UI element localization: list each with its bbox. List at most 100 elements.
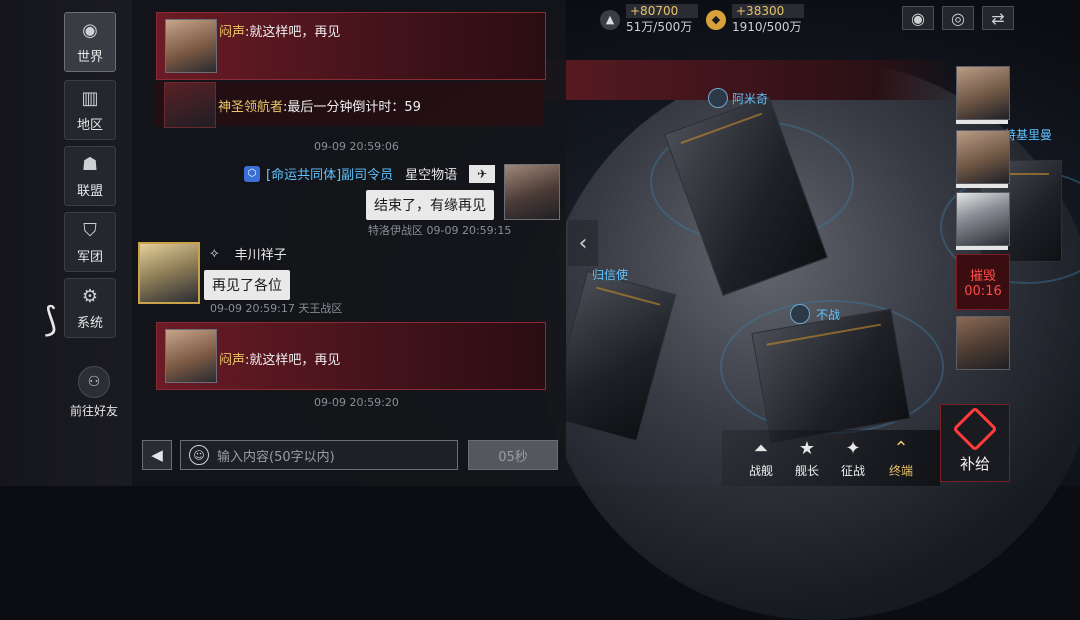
commander-slot[interactable] (956, 130, 1010, 188)
countdown-message[interactable]: 神圣领航者:最后一分钟倒计时：59 (156, 82, 544, 128)
sender-avatar (165, 19, 217, 73)
people-icon: ☗ (81, 153, 99, 175)
button-label: 舰长 (794, 464, 819, 478)
timestamp: 09-09 20:59:06 (314, 140, 399, 153)
sender-avatar (165, 329, 217, 383)
marker-icon (708, 88, 728, 108)
buildings-icon: ▥ (81, 87, 99, 109)
commander-slot[interactable] (956, 192, 1010, 250)
guild-badge-icon: ⬡ (244, 165, 260, 182)
sender-name: 闷声 (219, 353, 246, 368)
emoji-icon[interactable]: ☺ (189, 445, 209, 465)
commander-bar (956, 184, 1008, 188)
timestamp: 09-09 20:59:20 (314, 396, 399, 409)
commander-portrait (956, 66, 1010, 120)
energy-icon: ◆ (706, 9, 726, 30)
wings-icon: ✦ (845, 438, 861, 459)
marker-icon (790, 304, 810, 324)
resource-gain: +38300 (732, 4, 805, 18)
captain-button[interactable]: ★ 舰长 (786, 438, 828, 484)
timer-value: 00:16 (964, 284, 1002, 299)
go-to-friends-button[interactable]: ⚇ 前往好友 (64, 366, 124, 419)
commander-bar (956, 120, 1008, 124)
commander-portrait (956, 192, 1010, 246)
commander-portrait (956, 130, 1010, 184)
map-label-text: 阿米奇 (732, 91, 769, 106)
commander-bar (956, 246, 1008, 250)
message-line: 神圣领航者:最后一分钟倒计时：59 (218, 96, 421, 115)
nav-label: 联盟 (76, 183, 103, 199)
rank-icon: ★ (798, 438, 816, 459)
commander-slot[interactable] (956, 66, 1010, 124)
ship-icon: ⏶ (753, 438, 769, 459)
resource-2[interactable]: ◆ +38300 1910/500万 (706, 4, 805, 35)
message-text: :就这样吧，再见 (245, 353, 341, 368)
message-text: :就这样吧，再见 (245, 25, 341, 40)
button-label: 终端 (888, 464, 913, 478)
commander-portrait (956, 316, 1010, 370)
send-button[interactable]: 05秒 (468, 440, 558, 470)
friends-icon: ⚇ (78, 366, 110, 398)
guild-title: [命运共同体]副司令员 (266, 168, 394, 183)
sender-avatar[interactable] (138, 242, 200, 304)
nav-legion[interactable]: ⛉ 军团 (64, 212, 116, 272)
resource-total: 1910/500万 (732, 20, 802, 34)
resource-1[interactable]: ▲ +80700 51万/500万 (600, 4, 699, 35)
input-placeholder: 输入内容(50字以内) (217, 449, 335, 465)
voice-button[interactable]: ◀︎ (142, 440, 172, 470)
nav-region[interactable]: ▥ 地区 (64, 80, 116, 140)
timer-title: 摧毁 (969, 269, 996, 284)
map-label-buzhan[interactable]: 不战 (790, 304, 840, 324)
shield-icon: ⛉ (83, 219, 97, 241)
collapse-chat-button[interactable]: ‹ (568, 220, 598, 266)
rank-badge-icon: ✈ (469, 164, 496, 183)
sender-name: 星空物语 (405, 168, 458, 183)
supply-label: 补给 (959, 454, 990, 473)
button-label: 征战 (840, 464, 865, 478)
sender-name: 丰川祥子 (234, 248, 287, 263)
message-header: ⟡ 丰川祥子 (210, 244, 287, 263)
supply-button[interactable]: 补给 (940, 404, 1010, 482)
radar-icon[interactable]: ◎ (942, 6, 974, 30)
globe-icon: ◉ (82, 19, 98, 41)
rank-badge-icon: ⟡ (210, 246, 219, 261)
sender-name: 神圣领航者 (218, 100, 284, 115)
nav-alliance[interactable]: ☗ 联盟 (64, 146, 116, 206)
message-header: ⬡ [命运共同体]副司令员 星空物语 ✈ (244, 164, 496, 183)
nav-label: 世界 (76, 49, 103, 65)
map-label-amiqi[interactable]: 阿米奇 (708, 88, 768, 108)
commander-slot[interactable] (956, 316, 1010, 370)
sender-name: 闷声 (219, 25, 246, 40)
message-line: 闷声:就这样吧，再见 (219, 349, 340, 368)
eye-icon[interactable]: ◉ (902, 6, 934, 30)
nav-world[interactable]: ◉ 世界 (64, 12, 116, 72)
message-meta: 09-09 20:59:17 天王战区 (210, 302, 343, 315)
message-meta: 特洛伊战区 09-09 20:59:15 (368, 224, 512, 237)
resource-gain: +80700 (626, 4, 699, 18)
message-line: 闷声:就这样吧，再见 (219, 21, 340, 40)
map-label-teji[interactable]: 特基里曼 (1004, 126, 1052, 143)
gear-icon: ⚙ (81, 285, 99, 307)
chat-input[interactable]: ☺ 输入内容(50字以内) (180, 440, 458, 470)
nav-label: 地区 (76, 117, 103, 133)
swap-icon[interactable]: ⇄ (982, 6, 1014, 30)
chevron-left-icon: ‹ (578, 230, 588, 256)
resource-total: 51万/500万 (626, 20, 693, 34)
friends-label: 前往好友 (69, 404, 118, 418)
message-bubble[interactable]: 再见了各位 (204, 270, 290, 300)
system-message[interactable]: 闷声:就这样吧，再见 (156, 322, 546, 390)
nav-label: 军团 (76, 249, 103, 265)
system-message[interactable]: 闷声:就这样吧，再见 (156, 12, 546, 80)
speaker-icon: ◀︎ (151, 446, 163, 464)
destroy-timer[interactable]: 摧毁 00:16 (956, 254, 1010, 310)
map-label-guixin[interactable]: 归信使 (592, 266, 628, 283)
supply-icon (952, 405, 998, 452)
message-bubble[interactable]: 结束了，有缘再见 (366, 190, 494, 220)
bow-emblem-icon: ⟆ (44, 300, 58, 340)
button-label: 战舰 (748, 464, 773, 478)
terminal-button[interactable]: ⌃ 终端 (880, 438, 922, 484)
sender-avatar[interactable] (504, 164, 560, 220)
campaign-button[interactable]: ✦ 征战 (832, 438, 874, 484)
sender-avatar (164, 82, 216, 128)
battleship-button[interactable]: ⏶ 战舰 (740, 438, 782, 484)
